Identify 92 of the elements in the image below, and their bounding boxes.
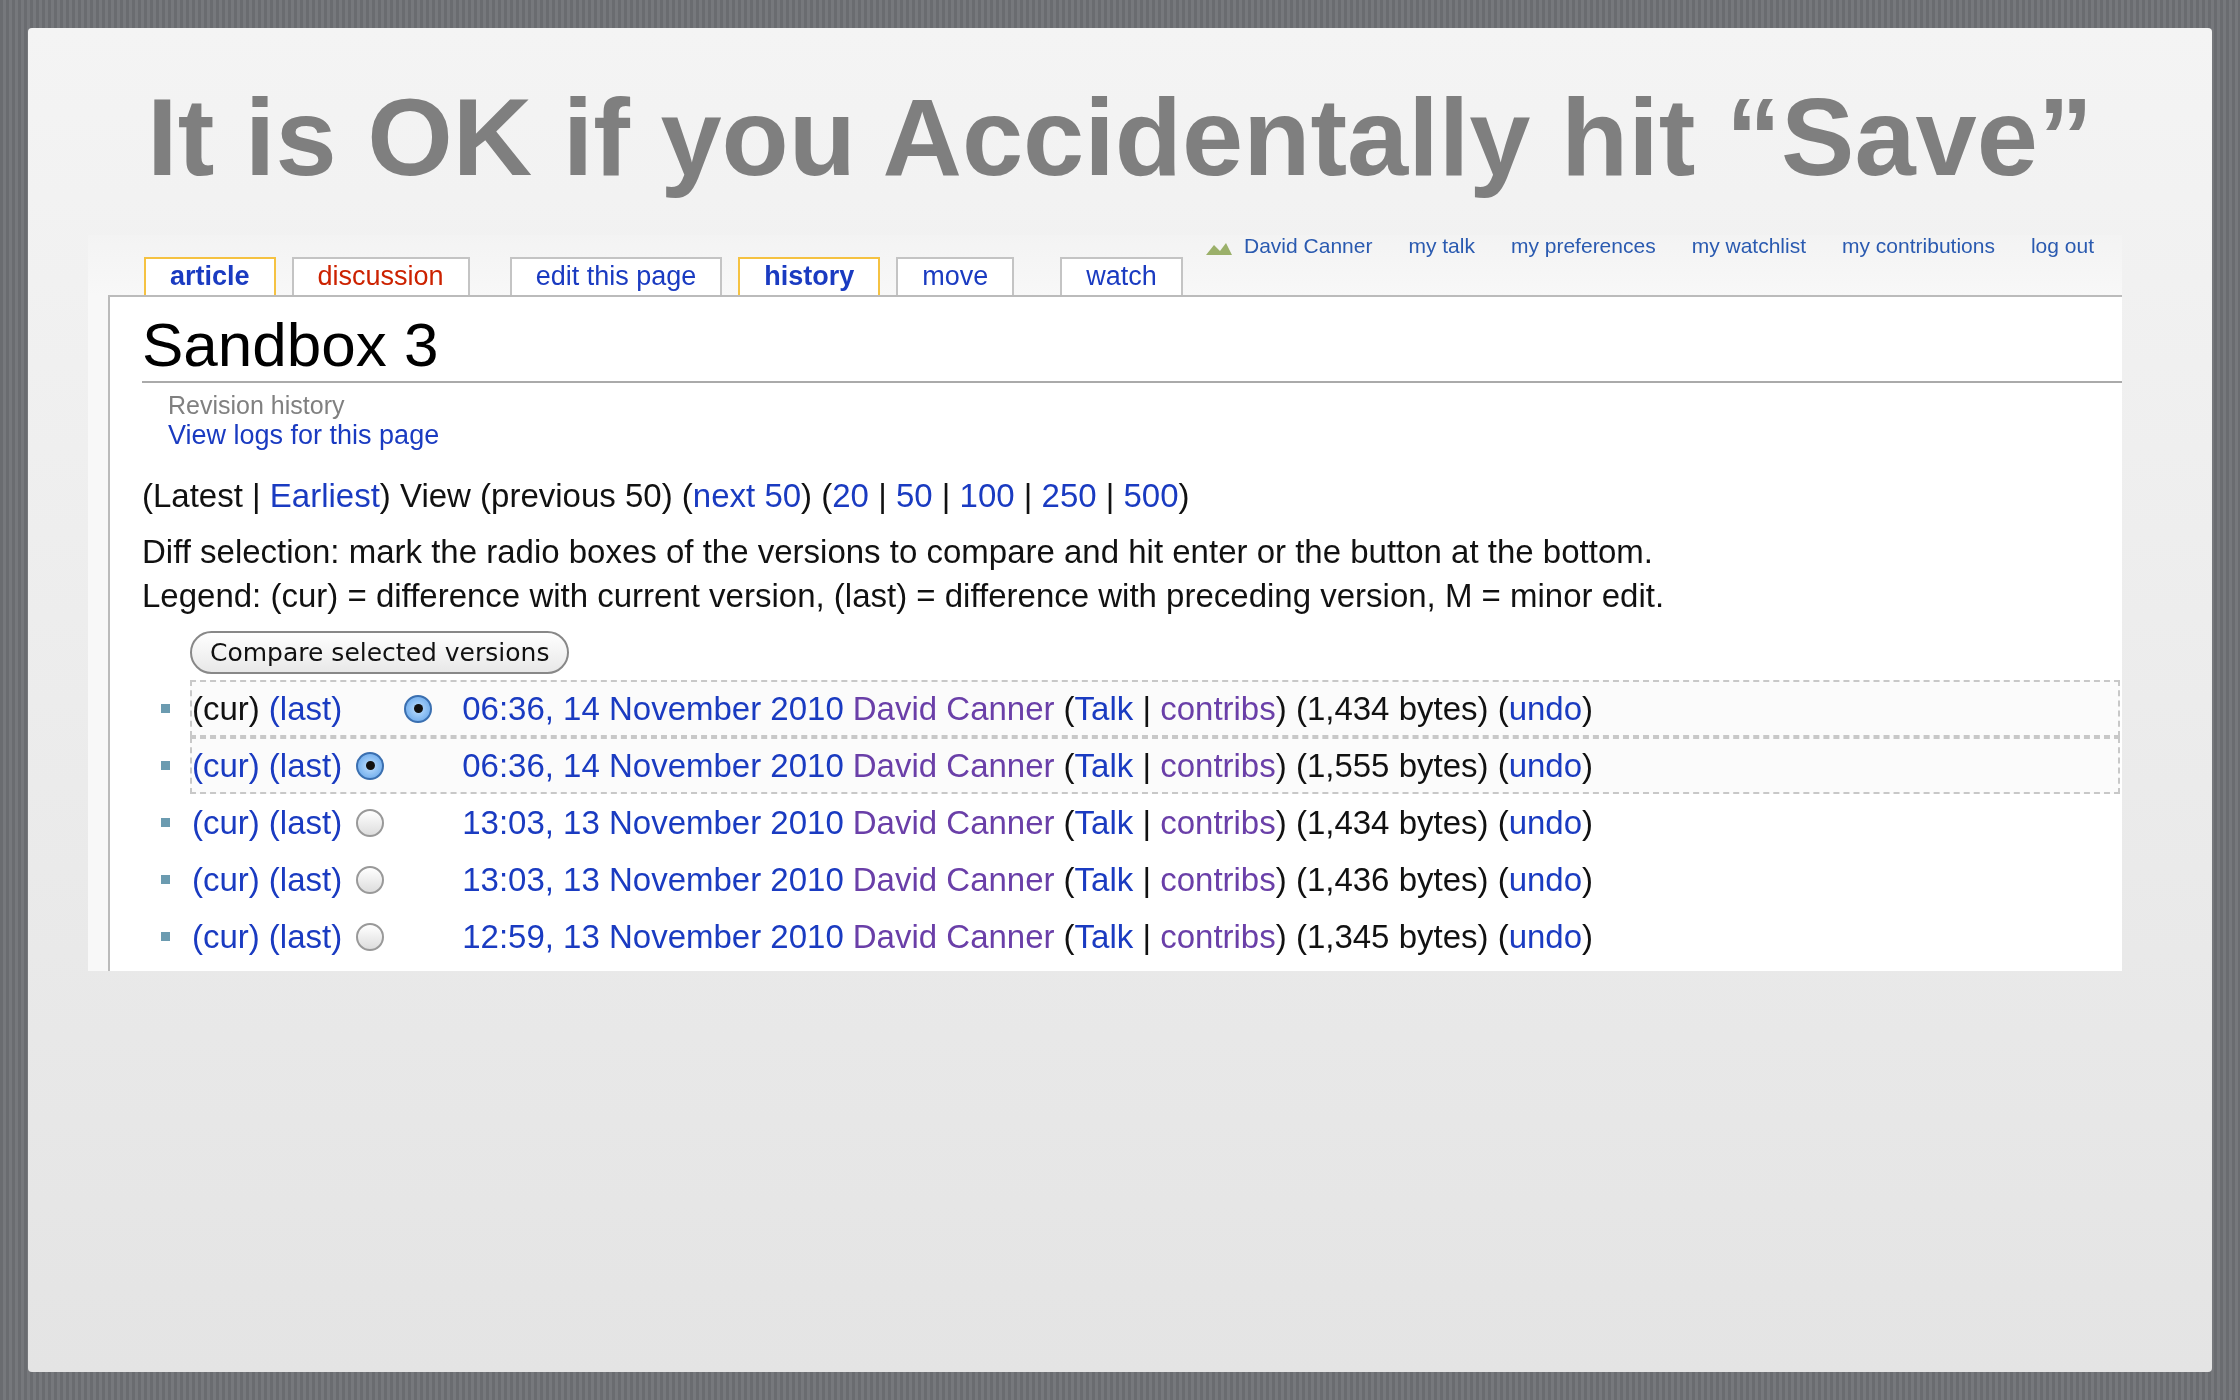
tool-link[interactable]: undo: [1508, 746, 1583, 785]
last-link[interactable]: (last): [268, 917, 343, 956]
personal-link[interactable]: log out: [2030, 235, 2094, 257]
personal-link[interactable]: my preferences: [1510, 235, 1656, 257]
row-text: ) (1,434 bytes) (: [1275, 689, 1509, 728]
bullet-icon: [161, 818, 170, 828]
revision-date-link[interactable]: 12:59, 13 November 2010: [462, 917, 844, 956]
tool-link[interactable]: Talk: [1074, 803, 1134, 842]
user-link[interactable]: David Canner: [852, 803, 1055, 842]
view-logs-link[interactable]: View logs for this page: [168, 420, 2122, 452]
personal-link[interactable]: David Canner: [1244, 235, 1373, 257]
row-text: ) (1,555 bytes) (: [1275, 746, 1509, 785]
legend-text: Legend: (cur) = difference with current version, (last) = difference with preceding version, M = minor edit.: [142, 577, 1666, 616]
row-text: |: [1141, 746, 1152, 785]
slide-title: It is OK if you Accidentally hit “Save”: [147, 76, 2093, 197]
row-text: |: [1141, 689, 1152, 728]
tool-link[interactable]: contribs: [1160, 917, 1276, 956]
navigation-link[interactable]: 250: [1041, 477, 1097, 515]
page-title: Sandbox 3: [142, 311, 2122, 384]
navigation-link[interactable]: Earliest: [269, 477, 380, 515]
tool-link[interactable]: Talk: [1074, 917, 1134, 956]
personal-link[interactable]: my watchlist: [1691, 235, 1807, 257]
row-text: ): [1582, 803, 1594, 842]
user-link[interactable]: David Canner: [852, 746, 1055, 785]
row-text: ): [1582, 746, 1594, 785]
radio-button[interactable]: [404, 694, 433, 723]
tool-link[interactable]: Talk: [1074, 689, 1134, 728]
cur-link[interactable]: (cur): [192, 917, 260, 956]
bullet-icon: [161, 761, 170, 771]
page-tab[interactable]: watch: [1060, 257, 1183, 295]
tool-link[interactable]: contribs: [1160, 803, 1276, 842]
bullet-icon: [161, 932, 170, 942]
cur-link[interactable]: (cur): [192, 860, 260, 899]
revision-date-link[interactable]: 13:03, 13 November 2010: [462, 803, 844, 842]
bullet-icon: [161, 875, 170, 885]
row-text: (: [1063, 689, 1075, 728]
navigation-link[interactable]: 500: [1123, 477, 1179, 515]
row-text: ): [1582, 689, 1594, 728]
tool-link[interactable]: Talk: [1074, 860, 1134, 899]
user-link[interactable]: David Canner: [852, 860, 1055, 899]
navigation-link[interactable]: next 50: [692, 477, 802, 515]
last-link[interactable]: (last): [268, 860, 343, 899]
tool-link[interactable]: undo: [1508, 803, 1583, 842]
navigation-link[interactable]: 50: [895, 477, 933, 515]
page-subtitle: Revision history: [168, 391, 346, 421]
row-text: ) (1,345 bytes) (: [1275, 917, 1509, 956]
navigation-link[interactable]: 20: [832, 477, 869, 515]
row-text: (: [1063, 860, 1075, 899]
personal-link[interactable]: my talk: [1408, 235, 1475, 257]
radio-button[interactable]: [356, 865, 385, 894]
page-tab[interactable]: edit this page: [509, 257, 723, 295]
tool-link[interactable]: undo: [1508, 917, 1583, 956]
page-tab[interactable]: move: [896, 257, 1015, 295]
page-tab[interactable]: discussion: [291, 257, 470, 295]
row-text: ): [1582, 860, 1594, 899]
bullet-icon: [161, 704, 170, 714]
tool-link[interactable]: Talk: [1074, 746, 1134, 785]
radio-button[interactable]: [356, 808, 385, 837]
compare-button[interactable]: Compare selected versions: [190, 631, 570, 675]
row-text: (: [1063, 746, 1075, 785]
tool-link[interactable]: contribs: [1160, 689, 1276, 728]
row-text: |: [1141, 860, 1152, 899]
navigation-link[interactable]: 100: [959, 477, 1015, 515]
cur-link[interactable]: (cur): [192, 746, 260, 785]
radio-button[interactable]: [356, 751, 385, 780]
personal-link[interactable]: my contributions: [1842, 235, 1995, 257]
cur-text: (cur): [192, 689, 260, 728]
revision-date-link[interactable]: 06:36, 14 November 2010: [462, 746, 844, 785]
instructions-text: Diff selection: mark the radio boxes of the versions to compare and hit enter or the button at the bottom.: [142, 533, 1654, 572]
tool-link[interactable]: undo: [1508, 860, 1583, 899]
navigation-line: (Latest | Earliest) View (previous 50) (next 50) (20 | 50 | 100 | 250 | 500): [142, 477, 1191, 516]
row-text: ): [1582, 917, 1594, 956]
revision-date-link[interactable]: 06:36, 14 November 2010: [462, 689, 844, 728]
radio-button[interactable]: [356, 922, 385, 951]
last-link[interactable]: (last): [268, 746, 343, 785]
last-link[interactable]: (last): [268, 689, 343, 728]
row-text: |: [1141, 917, 1152, 956]
page-tab[interactable]: article: [144, 257, 276, 295]
user-link[interactable]: David Canner: [852, 689, 1055, 728]
tool-link[interactable]: undo: [1508, 689, 1583, 728]
last-link[interactable]: (last): [268, 803, 343, 842]
tool-link[interactable]: contribs: [1160, 860, 1276, 899]
page-tab[interactable]: history: [738, 257, 881, 295]
revision-date-link[interactable]: 13:03, 13 November 2010: [462, 860, 844, 899]
row-text: (: [1063, 917, 1075, 956]
cur-link[interactable]: (cur): [192, 803, 260, 842]
user-link[interactable]: David Canner: [852, 917, 1055, 956]
row-text: ) (1,436 bytes) (: [1275, 860, 1509, 899]
tool-link[interactable]: contribs: [1160, 746, 1276, 785]
row-text: ) (1,434 bytes) (: [1275, 803, 1509, 842]
row-text: |: [1141, 803, 1152, 842]
row-text: (: [1063, 803, 1075, 842]
